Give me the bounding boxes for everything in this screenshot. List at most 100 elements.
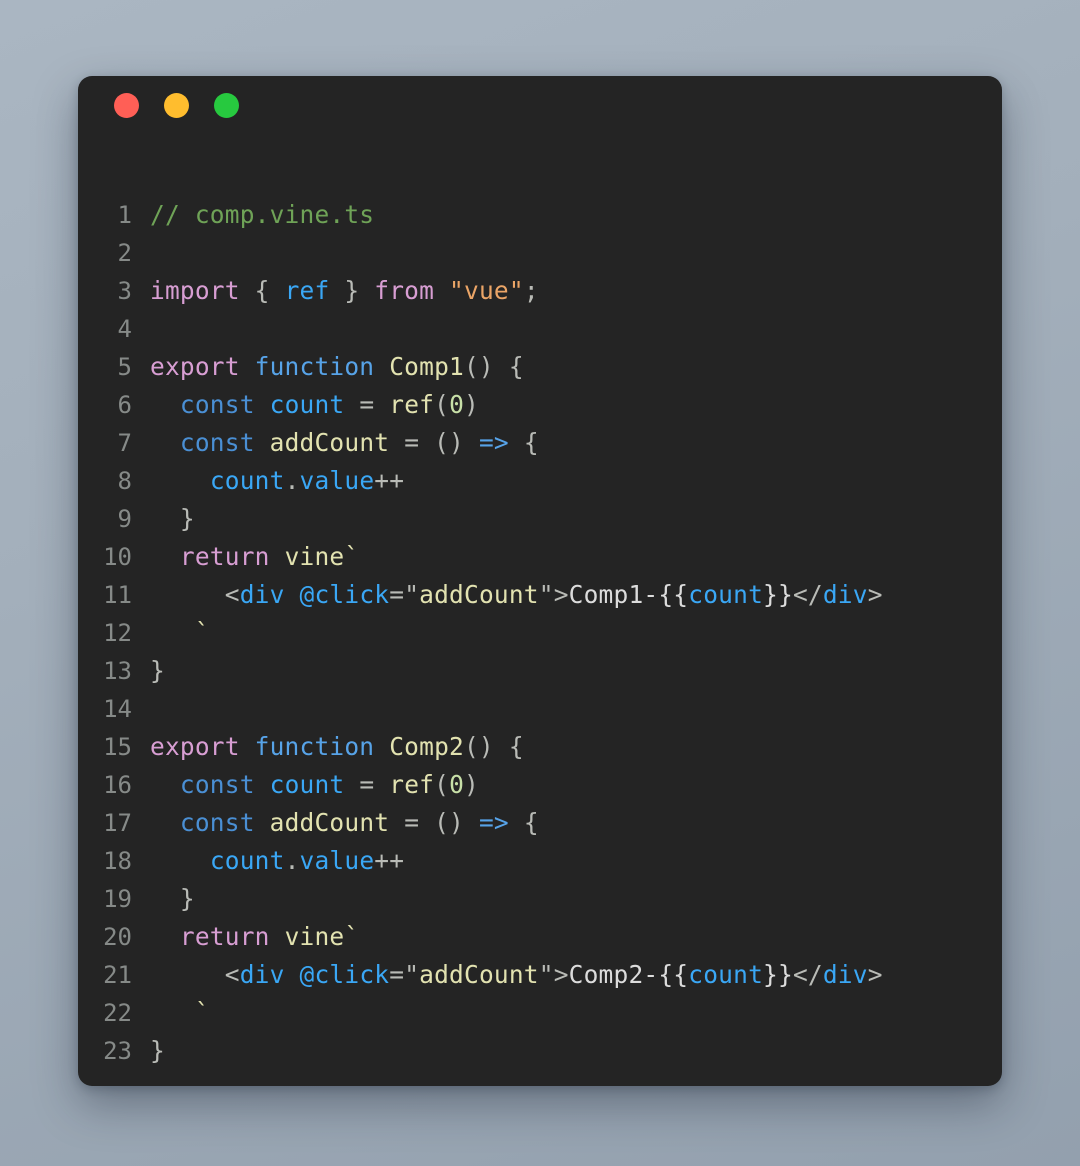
code-token: <: [224, 580, 240, 609]
code-line: 13}: [78, 652, 1002, 690]
line-source: <div @click="addCount">Comp1-{{count}}</…: [150, 576, 1002, 614]
code-token: {: [523, 428, 539, 457]
line-number: 13: [103, 657, 132, 685]
code-token: count: [269, 390, 345, 419]
line-number: 10: [103, 543, 132, 571]
line-source: <div @click="addCount">Comp2-{{count}}</…: [150, 956, 1002, 994]
line-number: 18: [103, 847, 132, 875]
code-token: div: [239, 580, 285, 609]
code-token: =: [359, 390, 375, 419]
code-token: Comp2: [389, 732, 464, 761]
code-token: addCount: [419, 960, 539, 989]
code-token: div: [822, 580, 868, 609]
code-token: {: [523, 808, 539, 837]
code-token: (): [434, 428, 464, 457]
code-editor[interactable]: 1// comp.vine.ts 2 3 import { ref } from "v…: [78, 134, 1002, 1086]
code-line: 14: [78, 690, 1002, 728]
line-number: 19: [103, 885, 132, 913]
code-line: 22 `: [78, 994, 1002, 1032]
code-token: {{: [658, 960, 689, 989]
code-token: =>: [478, 808, 509, 837]
code-token: from: [374, 276, 435, 305]
code-token: div: [822, 960, 868, 989]
line-number: 11: [103, 581, 132, 609]
code-token: return: [179, 542, 270, 571]
line-source: }: [150, 500, 1002, 538]
line-source: export function Comp1() {: [150, 348, 1002, 386]
code-token: div: [239, 960, 285, 989]
code-token: </: [792, 960, 823, 989]
code-token: value: [299, 466, 375, 495]
maximize-window-button[interactable]: [214, 92, 239, 118]
line-source: return vine`: [150, 538, 1002, 576]
code-token: ": [404, 580, 420, 609]
code-line: 15 export function Comp2() {: [78, 728, 1002, 766]
code-token: (: [434, 390, 450, 419]
code-line: 5 export function Comp1() {: [78, 348, 1002, 386]
code-token: Comp1-: [568, 580, 659, 609]
code-line: 12 `: [78, 614, 1002, 652]
code-token: {: [508, 352, 524, 381]
code-line: 7 const addCount = () => {: [78, 424, 1002, 462]
code-token: `: [194, 998, 210, 1027]
code-token: count: [688, 580, 764, 609]
code-line: 21 <div @click="addCount">Comp2-{{count}…: [78, 956, 1002, 994]
code-line: 10 return vine`: [78, 538, 1002, 576]
line-number: 6: [117, 391, 132, 419]
line-number: 14: [103, 695, 132, 723]
code-token: }: [179, 884, 195, 913]
code-token: ++: [374, 466, 405, 495]
close-window-button[interactable]: [114, 92, 139, 118]
code-token: ): [464, 390, 479, 419]
line-source: }: [150, 652, 1002, 690]
code-token: @click: [299, 580, 390, 609]
code-token: 0: [449, 390, 465, 419]
line-number: 23: [103, 1037, 132, 1065]
code-token: addCount: [269, 428, 390, 457]
code-token: (: [434, 770, 450, 799]
code-token: {{: [658, 580, 689, 609]
code-line: 17 const addCount = () => {: [78, 804, 1002, 842]
minimize-window-button[interactable]: [164, 92, 189, 118]
code-line: 8 count.value++: [78, 462, 1002, 500]
code-token: const: [179, 390, 255, 419]
code-token: =>: [478, 428, 509, 457]
code-token: <: [224, 960, 240, 989]
code-token: vine: [284, 542, 345, 571]
line-number: 17: [103, 809, 132, 837]
code-token: const: [179, 428, 255, 457]
line-number: 8: [117, 467, 132, 495]
line-number: 20: [103, 923, 132, 951]
code-token: (): [463, 352, 494, 381]
screenshot-stage: 1// comp.vine.ts 2 3 import { ref } from "v…: [0, 0, 1080, 1166]
code-line: 11 <div @click="addCount">Comp1-{{count}…: [78, 576, 1002, 614]
code-token: count: [209, 466, 285, 495]
code-line: 20 return vine`: [78, 918, 1002, 956]
line-source: }: [150, 1032, 1002, 1070]
line-source: export function Comp2() {: [150, 728, 1002, 766]
line-number: 5: [117, 353, 132, 381]
code-token: .: [284, 466, 300, 495]
code-token: (): [463, 732, 494, 761]
code-token: ": [538, 580, 554, 609]
